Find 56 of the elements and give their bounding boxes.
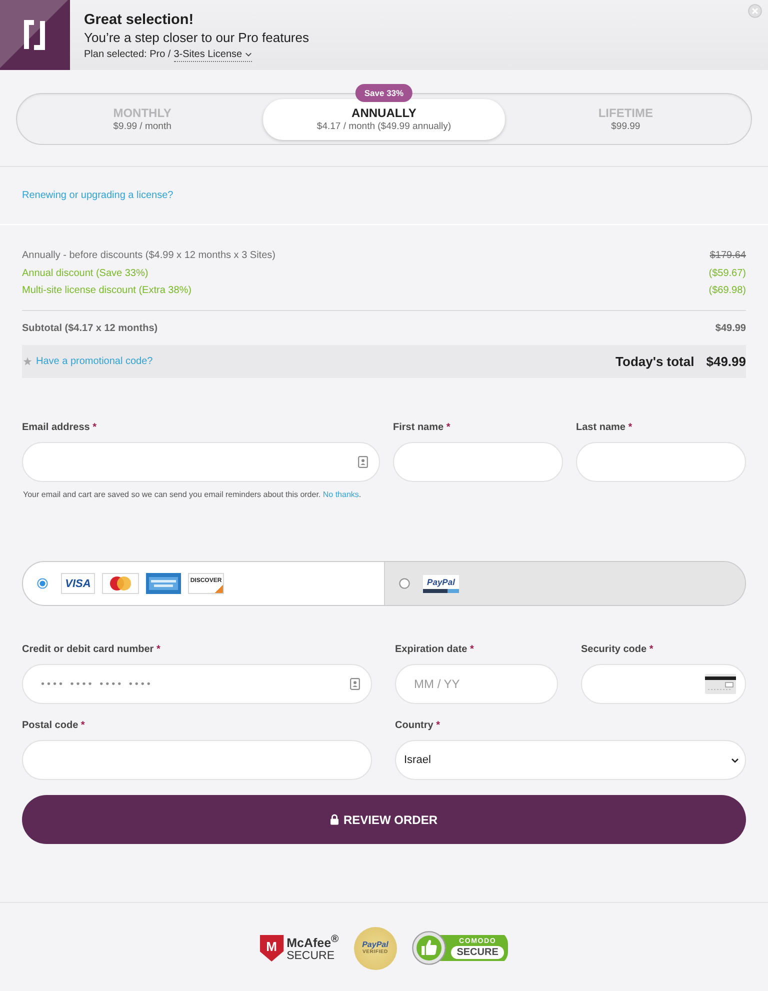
badge-title: McAfee$^{®}$ xyxy=(286,932,339,950)
email-note: Your email and cart are saved so we can send you email reminders about this order. No thanks. xyxy=(23,490,362,500)
line-item-label: Annual discount (Save 33%) xyxy=(22,266,148,280)
country-dropdown[interactable]: Israel xyxy=(395,740,746,780)
plan-label: Plan selected: Pro / xyxy=(84,48,171,62)
security-code-field[interactable] xyxy=(581,664,746,704)
billing-period-tab[interactable]: MONTHLY $9.99 / month xyxy=(22,98,264,140)
field-label: Security code * xyxy=(581,643,654,657)
subtotal-label: Subtotal ($4.17 x 12 months) xyxy=(22,322,158,336)
payment-option[interactable]: PayPal xyxy=(384,562,745,605)
plan-dropdown[interactable]: 3-Sites License xyxy=(174,48,252,62)
discount-badge: Save 33% xyxy=(355,84,413,102)
badge-text: SECURE xyxy=(286,950,336,964)
line-item-label: Multi-site license discount (Extra 38%) xyxy=(22,284,192,298)
contact-card-icon xyxy=(358,456,368,468)
billing-period-tab[interactable]: ANNUALLY $4.17 / month ($49.99 annually) xyxy=(263,98,505,140)
shield-logo: M xyxy=(260,934,284,962)
line-item-amount: ($69.98) xyxy=(708,284,746,298)
line-item-amount: $179.64 xyxy=(710,249,746,263)
billing-period-tab[interactable]: LIFETIME $99.99 xyxy=(504,98,746,140)
header-title: Great selection! xyxy=(84,12,195,29)
card-brand-logo: VISA xyxy=(61,573,95,594)
field-label: Country * xyxy=(395,719,442,733)
text-field[interactable]: MM / YY xyxy=(395,664,558,704)
line-item-amount: ($59.67) xyxy=(708,266,746,280)
chevron-icon xyxy=(245,52,252,57)
line-item-label: Annually - before discounts ($4.99 x 12 months x 3 Sites) xyxy=(22,249,276,263)
text-field[interactable] xyxy=(393,442,563,482)
field-label: Expiration date * xyxy=(395,643,475,657)
radio-button[interactable] xyxy=(399,578,410,589)
review-order-button[interactable]: REVIEW ORDER xyxy=(22,795,746,844)
lock-icon xyxy=(330,814,340,825)
field-label: Credit or debit card number * xyxy=(22,643,162,657)
email-field[interactable] xyxy=(22,442,380,482)
card-back-icon xyxy=(705,674,736,694)
text-field[interactable] xyxy=(22,740,372,780)
star-icon xyxy=(23,357,32,366)
radio-button[interactable] xyxy=(37,578,48,589)
card-brand-logo-icon xyxy=(146,573,181,594)
field-label: Postal code * xyxy=(22,719,86,733)
badge-text: SECURE xyxy=(450,946,504,959)
card-brand-logo-icon xyxy=(102,573,139,594)
field-label: Email address * xyxy=(22,421,98,435)
field-label: Last name * xyxy=(576,421,634,435)
subtotal-amount: $49.99 xyxy=(715,322,746,336)
header-subtitle: You’re a step closer to our Pro features xyxy=(84,29,309,46)
thumbs-up-icon xyxy=(412,931,446,965)
text-field[interactable] xyxy=(576,442,746,482)
field-label: First name * xyxy=(393,421,452,435)
total-label: Today's total xyxy=(616,354,694,369)
total-amount: $49.99 xyxy=(706,354,746,369)
paypal-logo: PayPal xyxy=(423,574,459,592)
contact-card-icon xyxy=(350,678,360,690)
chevron-icon xyxy=(731,758,739,762)
close-icon[interactable] xyxy=(748,4,762,18)
card-number-field[interactable]: •••• •••• •••• •••• xyxy=(22,664,372,704)
